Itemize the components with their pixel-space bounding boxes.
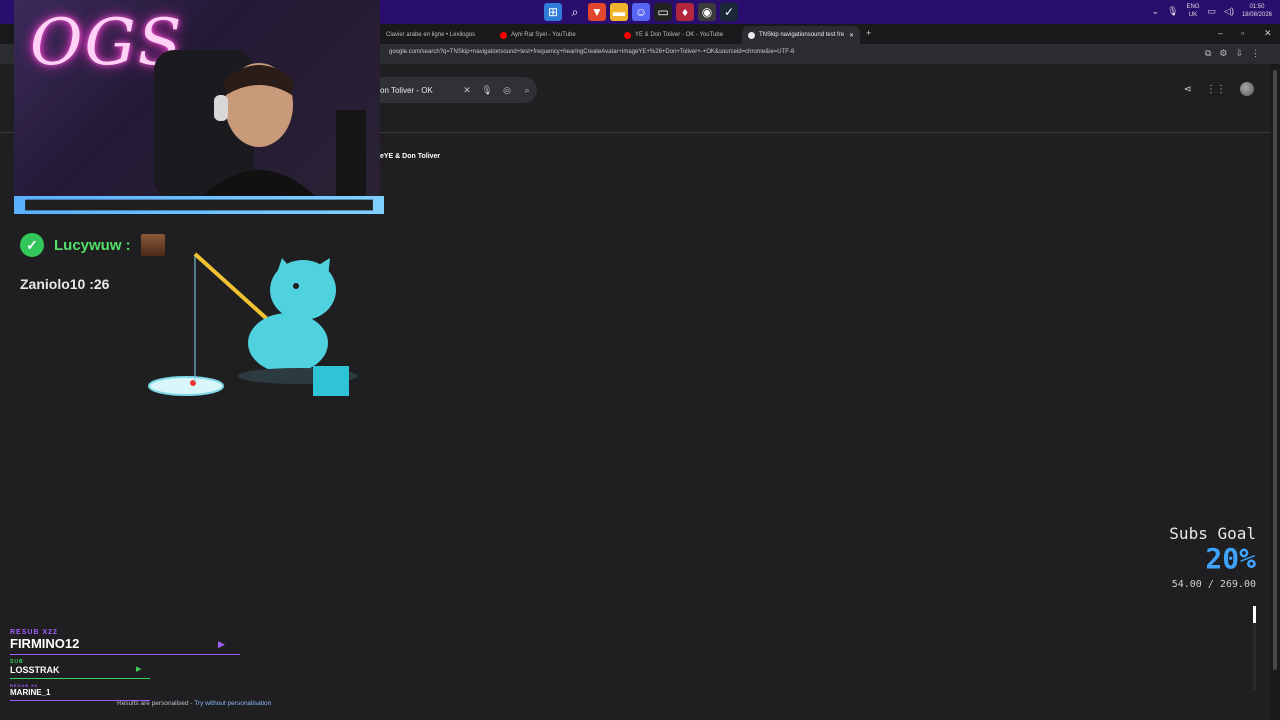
url-text[interactable]: google.com/search?q=TNSkip+navigationsou… (389, 49, 794, 55)
sub-divider (10, 678, 150, 679)
screen: ⊞ ⌕ ▼ ▬ ☺ ▭ ♦ ◉ ✓ ⌄ 🎙 ENG UK ▭ ◁) 01:50 … (0, 0, 1280, 720)
recent-sub-item: SUB LOSSTRAK ▶ (10, 659, 250, 679)
subs-goal-widget: Subs Goal 20% 54.00 / 269.00 (1169, 524, 1256, 590)
display-icon[interactable]: ▭ (1208, 6, 1217, 17)
sub-name: LOSSTRAK (10, 665, 60, 675)
subs-goal-bar (1253, 606, 1256, 690)
result-title[interactable]: eYE & Don Toliver (380, 153, 440, 160)
taskbar-apps: ⊞ ⌕ ▼ ▬ ☺ ▭ ♦ ◉ ✓ (544, 3, 738, 21)
sub-name: MARINE_1 (10, 688, 51, 697)
sub-type: RESUB X22 (10, 629, 58, 636)
header-actions: ⋖ ⋮⋮ (1184, 82, 1254, 96)
clock[interactable]: 01:50 18/08/2026 (1242, 3, 1272, 19)
search-input[interactable]: on Toliver - OK (380, 86, 457, 95)
app-icon[interactable]: ♦ (676, 3, 694, 21)
alert-username: Lucywuw : (54, 236, 131, 254)
menu-icon[interactable]: ⋮ (1251, 48, 1260, 59)
apps-grid-icon[interactable]: ⋮⋮ (1206, 84, 1226, 95)
browser-tab[interactable]: Clavier arabe en ligne • Lexilogos (380, 26, 490, 44)
minimize-icon[interactable]: – (1218, 28, 1223, 38)
webcam-frame (14, 196, 384, 214)
terminal-icon[interactable]: ▭ (654, 3, 672, 21)
camera-search-icon[interactable]: ◎ (497, 85, 517, 96)
file-explorer-icon[interactable]: ▬ (610, 3, 628, 21)
brave-browser-icon[interactable]: ▼ (588, 3, 606, 21)
avatar[interactable] (1240, 82, 1254, 96)
language-indicator[interactable]: ENG UK (1187, 3, 1200, 19)
restore-icon[interactable]: ▫ (1241, 28, 1244, 38)
google-icon (748, 31, 755, 39)
alert-message: Zaniolo10 :26 (20, 276, 110, 292)
windows-start-icon[interactable]: ⊞ (544, 3, 562, 21)
play-arrow-icon: ▶ (218, 639, 225, 649)
subs-goal-label: Subs Goal (1169, 524, 1256, 543)
clear-icon[interactable]: ✕ (457, 85, 477, 96)
discord-icon[interactable]: ☺ (632, 3, 650, 21)
address-bar-actions: ⧉ ⚙ ⇩ ⋮ (1205, 48, 1260, 59)
fishing-cat-illustration (148, 252, 358, 396)
youtube-icon (624, 31, 631, 39)
system-tray: ⌄ 🎙 ENG UK ▭ ◁) 01:50 18/08/2026 (1152, 3, 1272, 19)
scrollbar-thumb[interactable] (1273, 70, 1277, 670)
play-arrow-icon: ▶ (136, 666, 142, 673)
streamer-silhouette (154, 50, 366, 200)
volume-icon[interactable]: ◁) (1224, 6, 1234, 17)
youtube-icon (500, 31, 507, 39)
subs-goal-percent: 20% (1205, 542, 1256, 575)
browser-tab[interactable]: YE & Don Toliver - OK - YouTube (618, 26, 738, 44)
recent-sub-item: RESUB X22 FIRMINO12 ▶ (10, 629, 250, 655)
microphone-icon[interactable]: 🎙 (1167, 6, 1178, 17)
sub-divider (10, 700, 150, 701)
chat-alert: ✓ Lucywuw : (20, 233, 165, 257)
scrollbar[interactable] (1270, 64, 1280, 720)
recent-sub-item: RESUB X6 MARINE_1 (10, 683, 250, 701)
sub-name: FIRMINO12 (10, 636, 80, 651)
new-tab-icon[interactable]: + (866, 28, 871, 38)
webcam-feed: OGS (14, 0, 380, 200)
subs-goal-bar-fill (1253, 606, 1256, 623)
recent-subs-list: RESUB X22 FIRMINO12 ▶ SUB LOSSTRAK ▶ RES… (10, 629, 250, 705)
steam-icon[interactable]: ✓ (720, 3, 738, 21)
search-box[interactable]: on Toliver - OK ✕ 🎙 ◎ ⌕ (376, 77, 537, 103)
search-icon[interactable]: ⌕ (566, 3, 584, 21)
verified-check-icon: ✓ (20, 233, 44, 257)
subs-goal-amount: 54.00 / 269.00 (1171, 579, 1256, 590)
browser-tab-active[interactable]: TNSkip navigationsound test fre ✕ (742, 26, 860, 44)
browser-tab[interactable]: Ayni Rat Syel - YouTube (494, 26, 614, 44)
microphone-icon[interactable]: 🎙 (477, 85, 497, 96)
chrome-icon[interactable]: ◉ (698, 3, 716, 21)
chevron-up-icon[interactable]: ⌄ (1152, 6, 1160, 17)
download-icon[interactable]: ⇩ (1235, 48, 1243, 59)
webcam-overlay: OGS (14, 0, 384, 214)
search-icon[interactable]: ⌕ (517, 85, 537, 96)
sub-divider (10, 654, 240, 655)
settings-icon[interactable]: ⚙ (1219, 48, 1227, 59)
close-window-icon[interactable]: ✕ (1264, 28, 1272, 39)
share-icon[interactable]: ⋖ (1184, 84, 1192, 95)
close-tab-icon[interactable]: ✕ (849, 32, 854, 39)
extensions-icon[interactable]: ⧉ (1205, 48, 1211, 59)
